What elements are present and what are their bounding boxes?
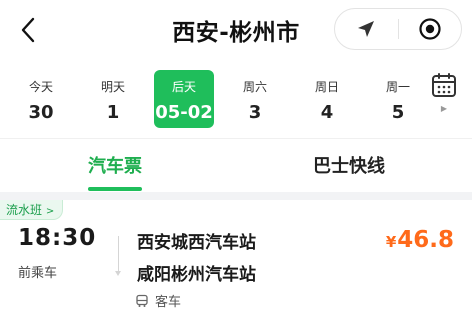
currency-symbol: ¥ (385, 233, 397, 251)
action-capsule (334, 8, 462, 50)
date-day: 1 (106, 102, 120, 123)
date-weekday: 周日 (314, 80, 339, 94)
calendar-button[interactable]: ▶ (424, 72, 464, 126)
date-day: 3 (248, 102, 262, 123)
departure-note: 前乘车 (18, 266, 58, 281)
trip-card[interactable]: 流水班 > 18:30 前乘车 西安城西汽车站 咸阳彬州汽车站 客车 ¥46.8 (0, 200, 472, 314)
origin-station: 西安城西汽车站 (137, 233, 256, 253)
nav-bar: 西安-彬州市 (0, 0, 472, 62)
schedule-type-badge: 流水班 > (0, 200, 64, 220)
location-arrow-icon (358, 21, 375, 37)
vehicle-label: 客车 (155, 295, 182, 310)
route-connector (115, 236, 121, 276)
date-weekday: 周六 (242, 80, 267, 94)
date-weekday: 明天 (100, 80, 125, 94)
location-button[interactable] (335, 9, 398, 49)
date-item-tomorrow[interactable]: 明天 1 (83, 70, 143, 128)
date-item-today[interactable]: 今天 30 (11, 70, 71, 128)
tab-active-indicator (88, 187, 142, 191)
date-weekday: 后天 (171, 80, 196, 94)
bus-icon (135, 294, 149, 308)
expand-triangle-icon: ▶ (440, 104, 448, 113)
price-amount: 46.8 (397, 227, 454, 253)
date-selector: 今天 30 明天 1 后天 05-02 周六 3 周日 4 周一 5 ▶ (0, 62, 472, 138)
vehicle-type: 客车 (135, 291, 181, 310)
date-day: 5 (391, 102, 405, 123)
date-weekday: 周一 (385, 80, 410, 94)
ticket-type-tabs: 汽车票 巴士快线 (0, 138, 472, 192)
date-item-saturday[interactable]: 周六 3 (225, 70, 285, 128)
date-day: 05-02 (155, 102, 213, 123)
date-day: 4 (320, 102, 334, 123)
tab-express-bus[interactable]: 巴士快线 (313, 152, 385, 178)
calendar-icon (432, 73, 456, 97)
date-weekday: 今天 (28, 80, 53, 94)
date-day: 30 (28, 102, 54, 123)
close-mini-program-button[interactable] (399, 9, 462, 49)
date-item-sunday[interactable]: 周日 4 (297, 70, 357, 128)
badge-label: 流水班 (6, 203, 43, 217)
destination-station: 咸阳彬州汽车站 (137, 265, 256, 285)
date-item-day-after-tomorrow[interactable]: 后天 05-02 (154, 70, 214, 128)
date-item-monday[interactable]: 周一 5 (368, 70, 428, 128)
departure-time: 18:30 (18, 225, 97, 251)
ticket-price: ¥46.8 (386, 227, 454, 253)
target-icon (419, 18, 441, 40)
chevron-right-icon: > (45, 206, 55, 217)
tab-bus-ticket[interactable]: 汽车票 (88, 152, 142, 178)
